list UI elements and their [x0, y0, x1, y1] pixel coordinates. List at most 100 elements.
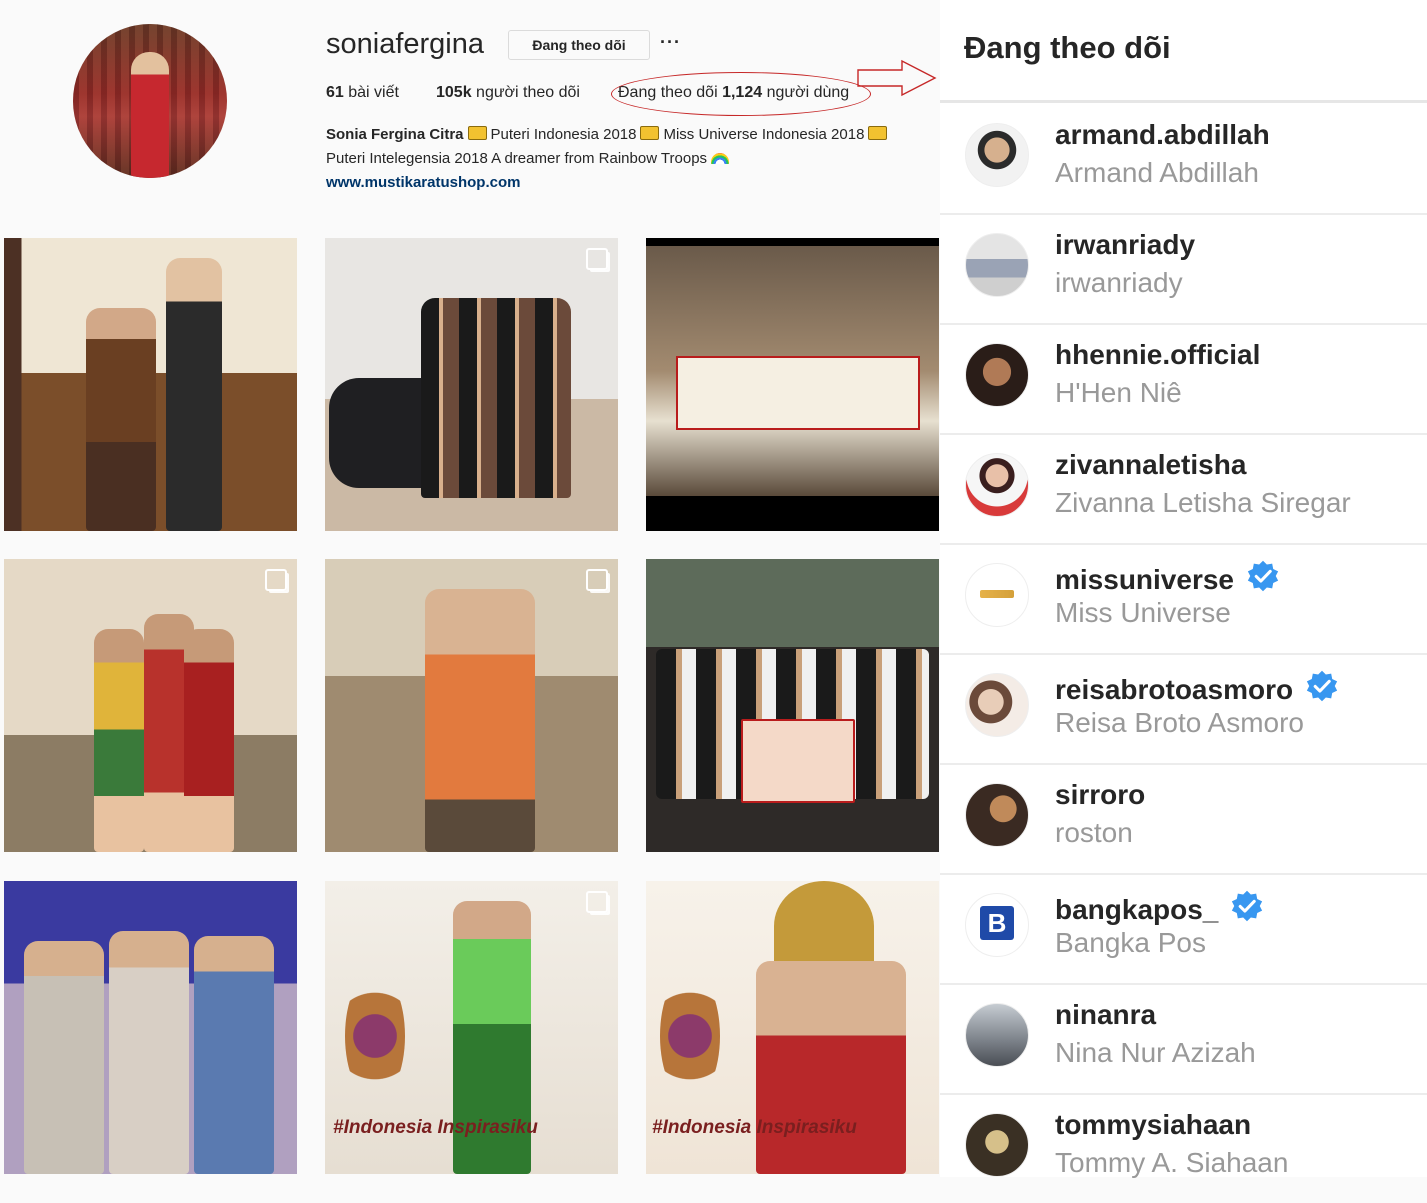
photo-banner [676, 356, 920, 430]
post-thumbnail[interactable] [646, 238, 939, 531]
more-options-icon[interactable]: ··· [660, 32, 681, 53]
following-username[interactable]: ninanra [1055, 999, 1156, 1031]
user-avatar[interactable] [965, 783, 1029, 847]
photo-person [194, 936, 274, 1174]
post-caption-text: #Indonesia Inspirasiku [652, 1117, 857, 1138]
following-username[interactable]: irwanriady [1055, 229, 1195, 261]
verified-badge-icon [1232, 890, 1263, 922]
user-avatar[interactable] [965, 453, 1029, 517]
posts-count-label: bài viết [343, 84, 399, 101]
following-username[interactable]: reisabrotoasmoro [1055, 669, 1339, 706]
brand-logo-icon: B [980, 906, 1014, 940]
following-row[interactable]: B bangkapos_ Bangka Pos [940, 873, 1427, 985]
crown-emoji-icon [467, 126, 487, 140]
annotation-ellipse [611, 72, 871, 116]
photo-person [24, 941, 104, 1174]
photo-headdress [774, 881, 874, 971]
following-full-name: H'Hen Niê [1055, 377, 1182, 408]
post-thumbnail[interactable] [4, 881, 297, 1174]
following-full-name: Bangka Pos [1055, 927, 1206, 958]
user-avatar[interactable] [965, 233, 1029, 297]
post-thumbnail[interactable] [325, 559, 618, 852]
user-avatar[interactable] [965, 563, 1029, 627]
following-username[interactable]: tommysiahaan [1055, 1109, 1251, 1141]
post-thumbnail[interactable] [646, 559, 939, 852]
following-button[interactable]: Đang theo dõi [508, 30, 650, 60]
following-row[interactable]: zivannaletisha Zivanna Letisha Siregar [940, 433, 1427, 545]
bio-text: Puteri Intelegensia 2018 A dreamer from … [326, 150, 708, 167]
following-username[interactable]: sirroro [1055, 779, 1145, 811]
post-thumbnail[interactable] [4, 238, 297, 531]
following-list-panel: Đang theo dõi armand.abdillah Armand Abd… [940, 0, 1427, 1178]
multiple-photos-icon [586, 569, 608, 591]
following-full-name: Miss Universe [1055, 597, 1231, 628]
post-thumbnail[interactable] [325, 238, 618, 531]
avatar-figure [131, 52, 169, 178]
verified-badge-icon [1306, 670, 1338, 702]
user-avatar[interactable]: B [965, 893, 1029, 957]
photo-person [425, 589, 535, 852]
following-full-name: Armand Abdillah [1055, 157, 1259, 188]
following-username-text: missuniverse [1055, 564, 1234, 595]
multiple-photos-icon [586, 891, 608, 913]
following-username[interactable]: armand.abdillah [1055, 119, 1270, 151]
following-row[interactable]: sirroro roston [940, 763, 1427, 875]
verified-badge-icon [1247, 560, 1279, 592]
following-username[interactable]: bangkapos_ [1055, 889, 1264, 926]
profile-username: soniafergina [326, 28, 484, 60]
following-username[interactable]: missuniverse [1055, 559, 1280, 596]
user-avatar[interactable] [965, 1003, 1029, 1067]
following-username-text: reisabrotoasmoro [1055, 674, 1294, 705]
following-username[interactable]: zivannaletisha [1055, 449, 1246, 481]
following-row[interactable]: reisabrotoasmoro Reisa Broto Asmoro [940, 653, 1427, 765]
following-row[interactable]: missuniverse Miss Universe [940, 543, 1427, 655]
post-thumbnail[interactable]: #Indonesia Inspirasiku [325, 881, 618, 1174]
following-full-name: roston [1055, 817, 1133, 848]
following-username-text: bangkapos_ [1055, 894, 1219, 925]
photo-person [109, 931, 189, 1174]
following-username[interactable]: hhennie.official [1055, 339, 1260, 371]
photo-person [184, 629, 234, 852]
post-thumbnail[interactable]: #Indonesia Inspirasiku [646, 881, 939, 1174]
bio-line-1: Sonia Fergina Citra Puteri Indonesia 2018… [326, 126, 891, 143]
followers-count[interactable]: 105k người theo dõi [436, 84, 580, 102]
photo-person [166, 258, 222, 531]
photo-person [756, 961, 906, 1174]
profile-panel: soniafergina Đang theo dõi ··· 61 bài vi… [0, 0, 940, 1177]
rainbow-emoji-icon [711, 153, 730, 164]
logo-mark-icon [980, 590, 1014, 598]
user-avatar[interactable] [965, 343, 1029, 407]
following-full-name: Reisa Broto Asmoro [1055, 707, 1304, 738]
following-full-name: Zivanna Letisha Siregar [1055, 487, 1351, 518]
bio-website-link[interactable]: www.mustikaratushop.com [326, 174, 520, 191]
following-row[interactable]: hhennie.official H'Hen Niê [940, 323, 1427, 435]
followers-count-label: người theo dõi [471, 84, 580, 101]
posts-count-number: 61 [326, 84, 344, 101]
crown-emoji-icon [868, 126, 888, 140]
user-avatar[interactable] [965, 123, 1029, 187]
user-avatar[interactable] [965, 673, 1029, 737]
following-full-name: irwanriady [1055, 267, 1183, 298]
following-full-name: Nina Nur Azizah [1055, 1037, 1256, 1068]
photo-group [421, 298, 571, 498]
multiple-photos-icon [265, 569, 287, 591]
photo-flower-decoration [345, 971, 405, 1101]
post-thumbnail[interactable] [4, 559, 297, 852]
post-caption-text: #Indonesia Inspirasiku [333, 1117, 538, 1138]
photo-event [646, 246, 939, 496]
user-avatar[interactable] [965, 1113, 1029, 1177]
following-row[interactable]: ninanra Nina Nur Azizah [940, 983, 1427, 1095]
following-row[interactable]: irwanriady irwanriady [940, 213, 1427, 325]
annotation-arrow-icon [857, 59, 937, 97]
bio-title-1: Puteri Indonesia 2018 [490, 126, 637, 143]
profile-avatar[interactable] [73, 24, 227, 178]
followers-count-number: 105k [436, 84, 472, 101]
photo-banner [741, 719, 855, 803]
following-list-title: Đang theo dõi [964, 30, 1171, 65]
posts-count: 61 bài viết [326, 84, 399, 102]
photo-person [94, 629, 144, 852]
following-row[interactable]: armand.abdillah Armand Abdillah [940, 103, 1427, 215]
following-row[interactable]: tommysiahaan Tommy A. Siahaan [940, 1093, 1427, 1203]
bio-title-2: Miss Universe Indonesia 2018 [663, 126, 865, 143]
bio-full-name: Sonia Fergina Citra [326, 126, 464, 143]
